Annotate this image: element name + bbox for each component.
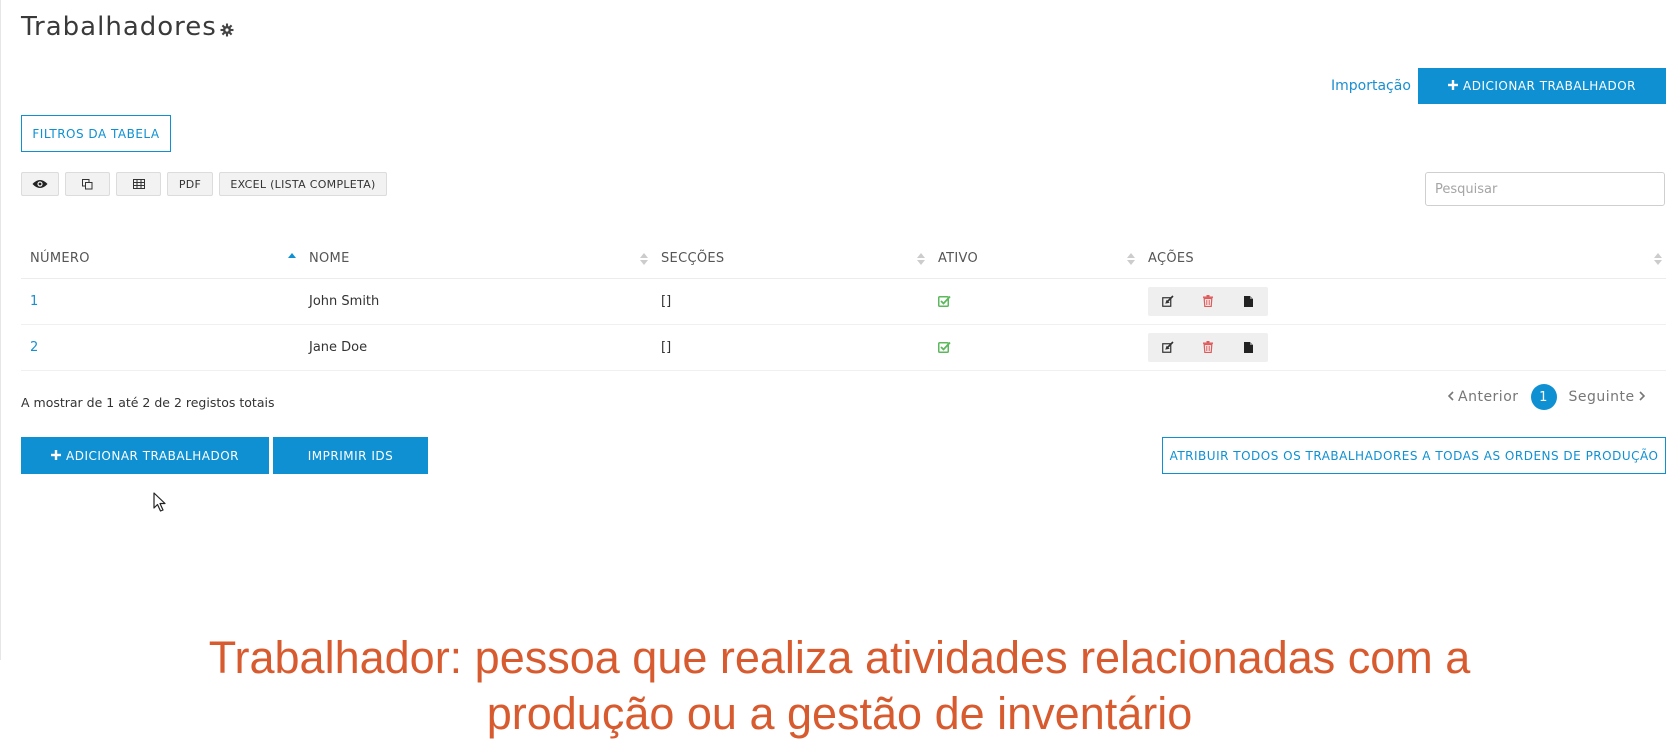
column-header-acoes[interactable]: AÇÕES bbox=[1139, 240, 1666, 279]
sort-icon bbox=[1127, 252, 1135, 266]
sort-icon bbox=[1654, 252, 1662, 266]
table-filters-button[interactable]: FILTROS DA TABELA bbox=[21, 115, 171, 152]
column-header-label: NÚMERO bbox=[30, 251, 90, 267]
left-divider bbox=[0, 0, 1, 660]
table-info: A mostrar de 1 até 2 de 2 registos totai… bbox=[21, 395, 275, 410]
table-icon bbox=[132, 179, 145, 189]
worker-sections: [] bbox=[652, 324, 929, 371]
sort-icon bbox=[640, 252, 648, 266]
pagination: Anterior 1 Seguinte bbox=[1447, 384, 1645, 410]
csv-button[interactable] bbox=[116, 172, 161, 196]
caption-line-2: produção ou a gestão de inventário bbox=[486, 688, 1193, 739]
add-worker-label: ADICIONAR TRABALHADOR bbox=[1463, 79, 1636, 93]
next-page-button[interactable]: Seguinte bbox=[1569, 389, 1645, 405]
current-page[interactable]: 1 bbox=[1530, 384, 1557, 410]
document-icon[interactable] bbox=[1228, 333, 1268, 362]
eye-icon bbox=[32, 179, 48, 189]
edit-icon[interactable] bbox=[1148, 333, 1188, 362]
caption-overlay: Trabalhador: pessoa que realiza atividad… bbox=[100, 630, 1579, 742]
table-row: 1 John Smith [] bbox=[21, 278, 1666, 325]
import-link[interactable]: Importação bbox=[1331, 78, 1411, 94]
mouse-cursor-icon bbox=[153, 492, 166, 512]
page: Trabalhadores Importação ADICIONAR TRABA… bbox=[0, 0, 1679, 754]
assign-all-workers-button[interactable]: ATRIBUIR TODOS OS TRABALHADORES A TODAS … bbox=[1162, 437, 1666, 474]
trash-icon[interactable] bbox=[1188, 287, 1228, 316]
active-check-icon bbox=[938, 341, 951, 353]
column-header-label: AÇÕES bbox=[1148, 251, 1194, 267]
column-visibility-button[interactable] bbox=[21, 172, 59, 196]
worker-sections: [] bbox=[652, 278, 929, 325]
previous-label: Anterior bbox=[1458, 389, 1519, 405]
worker-name: John Smith bbox=[300, 278, 652, 325]
print-ids-button[interactable]: IMPRIMIR IDS bbox=[273, 437, 428, 474]
previous-page-button[interactable]: Anterior bbox=[1447, 389, 1519, 405]
excel-button[interactable]: EXCEL (LISTA COMPLETA) bbox=[219, 172, 387, 196]
active-check-icon bbox=[938, 295, 951, 307]
edit-icon[interactable] bbox=[1148, 287, 1188, 316]
row-actions bbox=[1148, 332, 1268, 362]
column-header-label: NOME bbox=[309, 251, 350, 267]
worker-name: Jane Doe bbox=[300, 324, 652, 371]
trash-icon[interactable] bbox=[1188, 333, 1228, 362]
column-header-nome[interactable]: NOME bbox=[300, 240, 652, 279]
export-toolbar: PDF EXCEL (LISTA COMPLETA) bbox=[21, 172, 387, 196]
worker-number-link[interactable]: 2 bbox=[30, 340, 38, 355]
row-actions bbox=[1148, 286, 1268, 316]
next-label: Seguinte bbox=[1568, 389, 1635, 405]
gear-icon[interactable] bbox=[220, 14, 234, 37]
table-row: 2 Jane Doe [] bbox=[21, 324, 1666, 371]
add-worker-button[interactable]: ADICIONAR TRABALHADOR bbox=[21, 437, 269, 474]
chevron-right-icon bbox=[1639, 389, 1645, 405]
copy-icon bbox=[82, 178, 93, 190]
column-header-numero[interactable]: NÚMERO bbox=[21, 240, 300, 279]
document-icon[interactable] bbox=[1228, 287, 1268, 316]
search-input[interactable] bbox=[1425, 172, 1665, 206]
column-header-ativo[interactable]: ATIVO bbox=[929, 240, 1139, 279]
copy-button[interactable] bbox=[65, 172, 110, 196]
pdf-button[interactable]: PDF bbox=[167, 172, 213, 196]
sort-ascending-icon bbox=[288, 252, 296, 266]
chevron-left-icon bbox=[1447, 389, 1454, 405]
sort-icon bbox=[917, 252, 925, 266]
page-title: Trabalhadores bbox=[21, 12, 234, 42]
add-worker-button-top[interactable]: ADICIONAR TRABALHADOR bbox=[1418, 68, 1666, 104]
plus-icon bbox=[51, 449, 62, 463]
caption-line-1: Trabalhador: pessoa que realiza atividad… bbox=[208, 632, 1471, 683]
add-worker-label: ADICIONAR TRABALHADOR bbox=[66, 448, 239, 463]
plus-icon bbox=[1448, 79, 1459, 93]
workers-table: NÚMERO NOME SECÇÕES ATIVO AÇÕES 1 John S… bbox=[21, 240, 1666, 371]
column-header-label: SECÇÕES bbox=[661, 251, 725, 267]
table-header-row: NÚMERO NOME SECÇÕES ATIVO AÇÕES bbox=[21, 240, 1666, 279]
page-title-text: Trabalhadores bbox=[21, 12, 217, 42]
worker-number-link[interactable]: 1 bbox=[30, 294, 38, 309]
column-header-label: ATIVO bbox=[938, 251, 979, 267]
column-header-seccoes[interactable]: SECÇÕES bbox=[652, 240, 929, 279]
